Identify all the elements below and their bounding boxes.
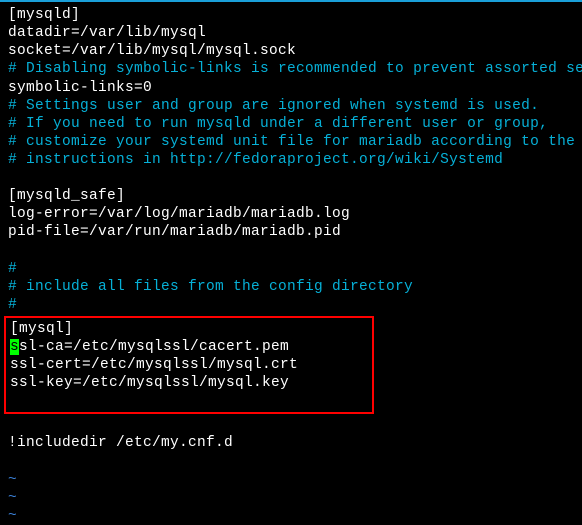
- blank-line: [8, 242, 574, 260]
- comment-line: #: [8, 260, 574, 278]
- config-line: log-error=/var/log/mariadb/mariadb.log: [8, 205, 574, 223]
- comment-line: # If you need to run mysqld under a diff…: [8, 115, 574, 133]
- blank-line: [10, 392, 368, 410]
- vim-tilde: ~: [8, 471, 574, 489]
- ssl-config-highlight: [mysql] ssl-ca=/etc/mysqlssl/cacert.pem …: [4, 316, 374, 415]
- config-line: ssl-key=/etc/mysqlssl/mysql.key: [10, 374, 368, 392]
- cursor: s: [10, 339, 19, 355]
- comment-line: #: [8, 296, 574, 314]
- comment-line: # Settings user and group are ignored wh…: [8, 97, 574, 115]
- config-line: [mysqld]: [8, 6, 574, 24]
- comment-line: # customize your systemd unit file for m…: [8, 133, 574, 151]
- blank-line: [8, 416, 574, 434]
- blank-line: [8, 169, 574, 187]
- comment-line: # instructions in http://fedoraproject.o…: [8, 151, 574, 169]
- config-line: !includedir /etc/my.cnf.d: [8, 434, 574, 452]
- vim-tilde: ~: [8, 507, 574, 525]
- config-line: socket=/var/lib/mysql/mysql.sock: [8, 42, 574, 60]
- config-line: [mysqld_safe]: [8, 187, 574, 205]
- vim-tilde: ~: [8, 489, 574, 507]
- blank-line: [8, 453, 574, 471]
- comment-line: # include all files from the config dire…: [8, 278, 574, 296]
- config-line: symbolic-links=0: [8, 79, 574, 97]
- config-line: ssl-cert=/etc/mysqlssl/mysql.crt: [10, 356, 368, 374]
- config-line: [mysql]: [10, 320, 368, 338]
- config-line: datadir=/var/lib/mysql: [8, 24, 574, 42]
- config-line-cursor: ssl-ca=/etc/mysqlssl/cacert.pem: [10, 338, 368, 356]
- config-line: pid-file=/var/run/mariadb/mariadb.pid: [8, 223, 574, 241]
- comment-line: # Disabling symbolic-links is recommende…: [8, 60, 574, 78]
